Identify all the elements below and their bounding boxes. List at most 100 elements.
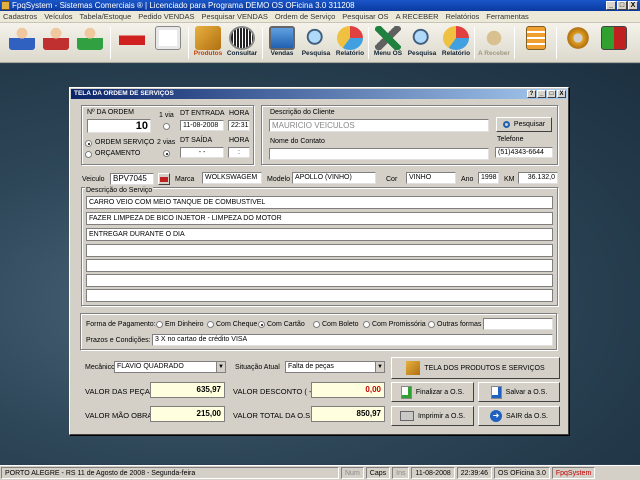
menu-os-button[interactable]: Menu OS	[370, 25, 406, 61]
pag-cartao-radio[interactable]	[258, 321, 265, 328]
imprimir-button[interactable]: Imprimir a O.S.	[391, 406, 474, 426]
menu-cadastros[interactable]: Cadastros	[3, 12, 37, 21]
valor-pecas-label: VALOR DAS PEÇAS	[85, 387, 155, 396]
finalizar-button[interactable]: Finalizar a O.S.	[391, 382, 474, 402]
chevron-down-icon: ▼	[375, 362, 384, 372]
user3-button[interactable]	[72, 25, 108, 61]
via1-label: 1 via	[159, 112, 174, 119]
printer-icon	[399, 411, 414, 421]
salvar-button[interactable]: Salvar a O.S.	[478, 382, 560, 402]
hora-field[interactable]: 22:31	[228, 120, 250, 131]
menu-a-receber[interactable]: A RECEBER	[396, 12, 439, 21]
valor-total-label: VALOR TOTAL DA O.S.	[233, 411, 313, 420]
user2-button[interactable]	[38, 25, 74, 61]
schedule-button[interactable]	[150, 25, 186, 61]
form-maximize-button[interactable]: □	[547, 90, 556, 98]
menu-pesquisar-os[interactable]: Pesquisar OS	[342, 12, 388, 21]
ano-field[interactable]: 1998	[478, 172, 499, 184]
pesquisa-os-button[interactable]: Pesquisa	[404, 25, 440, 61]
produtos-servicos-button[interactable]: TELA DOS PRODUTOS E SERVIÇOS	[391, 357, 560, 379]
dt-saida-field[interactable]: - -	[180, 147, 224, 158]
relatorio-os-button[interactable]: Relatório	[438, 25, 474, 61]
vendas-button[interactable]: Vendas	[264, 25, 300, 61]
servico-line-4[interactable]	[86, 244, 553, 257]
a-receber-button[interactable]: A Receber	[476, 25, 512, 61]
pag-promissoria-radio[interactable]	[363, 321, 370, 328]
pag-boleto-radio[interactable]	[313, 321, 320, 328]
dt-entrada-field[interactable]: 11-08-2008	[180, 120, 224, 131]
km-label: KM	[504, 176, 515, 183]
magnifier-icon	[303, 26, 329, 50]
exit-door-icon	[601, 26, 627, 50]
menu-relatorios[interactable]: Relatórios	[446, 12, 480, 21]
ordem-servico-radio[interactable]	[85, 140, 92, 147]
help-button[interactable]: ?	[527, 90, 536, 98]
servico-line-2[interactable]: FAZER LIMPEZA DE BICO INJETOR - LIMPEZA …	[86, 212, 553, 225]
servico-label: Descrição do Serviço	[85, 187, 154, 194]
km-field[interactable]: 36.132,0	[518, 172, 558, 184]
menu-veiculos[interactable]: Veículos	[44, 12, 72, 21]
vehicles-button[interactable]	[114, 25, 150, 61]
user1-button[interactable]	[4, 25, 40, 61]
servico-line-7[interactable]	[86, 289, 553, 302]
servico-line-6[interactable]	[86, 274, 553, 287]
minimize-button[interactable]: _	[606, 1, 616, 10]
monitor-icon	[269, 26, 295, 50]
menu-ferramentas[interactable]: Ferramentas	[486, 12, 529, 21]
settings-button[interactable]	[560, 25, 596, 61]
valor-mao-obra-field[interactable]: 215,00	[150, 406, 225, 422]
contato-field[interactable]	[269, 148, 489, 160]
servico-line-1[interactable]: CARRO VEIO COM MEIO TANQUE DE COMBUSTIVE…	[86, 196, 553, 209]
sair-button[interactable]: ➜ SAIR da O.S.	[478, 406, 560, 426]
situacao-select[interactable]: Falta de peças ▼	[285, 361, 385, 373]
pesquisar-button[interactable]: Pesquisar	[496, 117, 552, 132]
pag-cheque-radio[interactable]	[207, 321, 214, 328]
check-document-icon	[400, 385, 412, 399]
pag-boleto-label: Com Boleto	[322, 321, 359, 328]
produtos-button[interactable]: Produtos	[190, 25, 226, 61]
hora-saida-field[interactable]: :	[228, 147, 250, 158]
cor-label: Cor	[386, 176, 398, 183]
menu-ordem-servico[interactable]: Ordem de Serviço	[275, 12, 335, 21]
valor-total-field: 850,97	[311, 406, 385, 422]
boxes-icon	[406, 361, 421, 375]
money-icon	[481, 26, 507, 50]
close-button[interactable]: X	[628, 1, 638, 10]
servico-line-3[interactable]: ENTREGAR DURANTE O DIA	[86, 228, 553, 241]
pag-dinheiro-radio[interactable]	[156, 321, 163, 328]
exit-button[interactable]	[596, 25, 632, 61]
maximize-button[interactable]: □	[617, 1, 627, 10]
modelo-field[interactable]: APOLLO (VINHO)	[292, 172, 376, 184]
pag-outras-radio[interactable]	[428, 321, 435, 328]
menu-pesquisar-vendas[interactable]: Pesquisar VENDAS	[202, 12, 268, 21]
veiculo-field[interactable]: BPV7045	[110, 173, 154, 185]
dt-saida-label: DT SAÍDA	[180, 137, 213, 144]
pesquisa-vendas-button[interactable]: Pesquisa	[298, 25, 334, 61]
form-minimize-button[interactable]: _	[537, 90, 546, 98]
telefone-field[interactable]: (51)4343-6644	[495, 147, 553, 158]
cliente-field[interactable]: MAURICIO VEICULOS	[269, 119, 489, 132]
marca-field[interactable]: WOLKSWAGEM	[202, 172, 262, 184]
valor-pecas-field[interactable]: 635,97	[150, 382, 225, 398]
mecanico-select[interactable]: FLAVIO QUADRADO ▼	[114, 361, 226, 373]
menu-tabela-estoque[interactable]: Tabela/Estoque	[80, 12, 132, 21]
report-icon	[337, 26, 363, 50]
outras-formas-field[interactable]	[483, 318, 553, 330]
relatorio-vendas-button[interactable]: Relatório	[332, 25, 368, 61]
prazos-field[interactable]: 3 X no cartao de crédito VISA	[152, 334, 553, 346]
nr-ordem-field[interactable]: 10	[87, 119, 151, 133]
form-close-button[interactable]: X	[557, 90, 566, 98]
situacao-label: Situação Atual	[235, 364, 280, 371]
status-ins: Ins	[392, 467, 410, 479]
consultar-button[interactable]: Consultar	[224, 25, 260, 61]
cor-field[interactable]: VINHO	[406, 172, 456, 184]
servico-line-5[interactable]	[86, 259, 553, 272]
via1-radio[interactable]	[163, 123, 170, 130]
menu-pedido-vendas[interactable]: Pedido VENDAS	[138, 12, 194, 21]
vehicle-search-button[interactable]	[158, 173, 170, 185]
calculator-button[interactable]	[518, 25, 554, 61]
valor-desconto-field[interactable]: 0,00	[311, 382, 385, 398]
via2-radio[interactable]	[163, 150, 170, 157]
ordem-servico-label: ORDEM SERVIÇO	[95, 139, 155, 146]
orcamento-radio[interactable]	[85, 151, 92, 158]
